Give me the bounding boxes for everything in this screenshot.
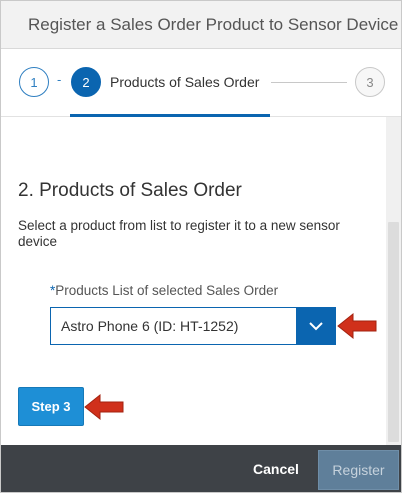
dropdown-toggle-button[interactable] [296, 308, 335, 344]
step-connector-line [271, 82, 347, 83]
products-list-label-text: Products List of selected Sales Order [55, 283, 279, 298]
chevron-down-icon [308, 322, 323, 331]
cancel-button[interactable]: Cancel [241, 453, 311, 485]
products-list-select[interactable]: Astro Phone 6 (ID: HT-1252) [50, 307, 336, 345]
wizard-step-2-label: Products of Sales Order [110, 74, 260, 90]
dialog-header: Register a Sales Order Product to Sensor… [1, 1, 401, 49]
section-description: Select a product from list to register i… [18, 218, 340, 249]
step-separator: - [57, 72, 62, 87]
wizard-step-2[interactable]: 2 [71, 67, 101, 97]
scrollbar-thumb[interactable] [388, 222, 399, 442]
content-scrollbar[interactable] [386, 117, 401, 445]
register-dialog: Register a Sales Order Product to Sensor… [0, 0, 402, 493]
dialog-footer: Cancel Register [1, 445, 401, 492]
dialog-title: Register a Sales Order Product to Sensor… [28, 15, 399, 34]
register-button[interactable]: Register [318, 450, 399, 490]
annotation-arrow-icon [337, 312, 377, 340]
section-title: 2. Products of Sales Order [18, 180, 242, 201]
wizard-step-1[interactable]: 1 [19, 67, 49, 97]
annotation-arrow-icon [84, 393, 124, 421]
products-list-label: *Products List of selected Sales Order [50, 283, 278, 298]
selected-product-value: Astro Phone 6 (ID: HT-1252) [61, 318, 239, 334]
wizard-content: 2. Products of Sales Order Select a prod… [1, 117, 401, 445]
step-3-button[interactable]: Step 3 [18, 387, 84, 426]
wizard-step-3[interactable]: 3 [355, 67, 385, 97]
wizard-progress-bar: 1 - 2 Products of Sales Order 3 [1, 49, 401, 117]
